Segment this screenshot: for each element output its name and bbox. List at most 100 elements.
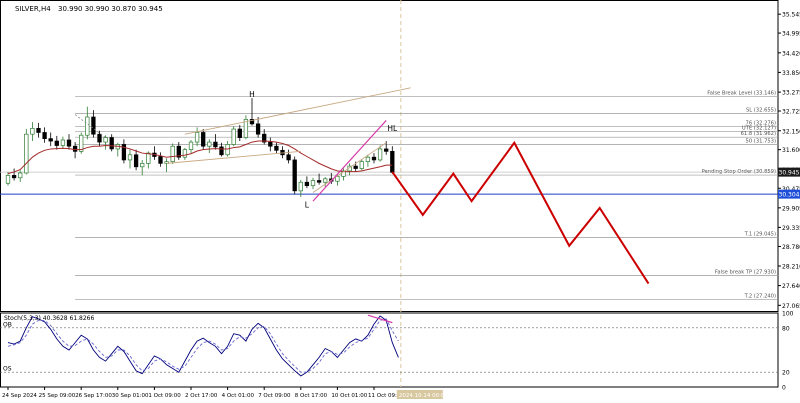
candle-body bbox=[48, 138, 53, 142]
candle-body bbox=[36, 127, 41, 133]
current-price-label: 30.945 bbox=[779, 170, 800, 177]
candle-body bbox=[24, 133, 29, 174]
candle-body bbox=[103, 137, 108, 143]
time-tick-label: 26 Sep 17:00 bbox=[75, 393, 112, 399]
moving-average-line bbox=[7, 140, 393, 175]
candle-body bbox=[310, 180, 316, 187]
time-tick-label: 8 Oct 17:00 bbox=[295, 393, 328, 399]
time-tick-label: 2 Oct 17:00 bbox=[185, 393, 218, 399]
stoch-level-label: OS bbox=[3, 366, 12, 373]
candle-body bbox=[323, 178, 328, 183]
trendline bbox=[312, 120, 387, 202]
candle-body bbox=[359, 161, 364, 169]
candle-body bbox=[54, 140, 59, 146]
stoch-tick-label: 0 bbox=[782, 385, 786, 392]
candle-body bbox=[91, 116, 96, 135]
candle-body bbox=[72, 145, 78, 152]
level-label: T.2 (27.240) bbox=[744, 293, 776, 299]
levels-layer: False Break Level (33.146)SL (32.655)76 … bbox=[0, 91, 778, 300]
price-tick-label: 32.150 bbox=[782, 128, 800, 135]
candle-body bbox=[11, 175, 17, 179]
candle-body bbox=[194, 132, 200, 143]
candle-body bbox=[304, 181, 310, 187]
candle-body bbox=[255, 123, 261, 135]
candle-body bbox=[316, 180, 322, 183]
price-tick-label: 32.725 bbox=[782, 109, 800, 116]
time-axis: 24 Sep 2024 25 Sep 09:00 26 Sep 17:00 30 Se… bbox=[2, 387, 448, 399]
candle-body bbox=[140, 163, 145, 168]
stochastic-panel: OB OS 100 80 20 0 bbox=[0, 311, 794, 392]
overlay-layer: H HL L bbox=[7, 87, 650, 285]
price-axis: 35.545 34.995 34.420 33.850 33.275 32.725 32.1… bbox=[778, 12, 800, 310]
candle-body bbox=[213, 141, 218, 148]
candle-body bbox=[274, 145, 279, 151]
candle-body bbox=[30, 127, 35, 135]
price-tick-label: 27.065 bbox=[782, 303, 800, 310]
pattern-label: HL bbox=[387, 124, 398, 133]
level-label: 61.8 (31.962) bbox=[741, 131, 776, 137]
level-label: 50 (31.753) bbox=[746, 138, 776, 144]
level-label: False Break Level (33.146) bbox=[707, 91, 776, 97]
candle-body bbox=[188, 141, 194, 150]
time-tick-label: 4 Oct 01:00 bbox=[222, 393, 255, 399]
candle-body bbox=[231, 128, 236, 145]
symbol-header: SILVER,H4 bbox=[15, 5, 51, 13]
candle-body bbox=[390, 151, 395, 173]
time-tick-label: 10 Oct 01:00 bbox=[331, 393, 367, 399]
candle-body bbox=[371, 156, 377, 161]
candle-body bbox=[298, 181, 303, 192]
candle-body bbox=[353, 165, 358, 169]
price-tick-label: 31.600 bbox=[782, 147, 800, 154]
price-tick-label: 29.335 bbox=[782, 225, 800, 232]
support-price-label: 30.304 bbox=[779, 192, 800, 199]
price-tick-label: 29.905 bbox=[782, 205, 800, 212]
candle-body bbox=[97, 133, 102, 143]
ohlc-readout: 30.990 30.990 30.870 30.945 bbox=[58, 5, 163, 13]
time-tick-label: 1 Oct 09:00 bbox=[148, 393, 181, 399]
candle-body bbox=[146, 152, 151, 164]
stoch-tick-label: 20 bbox=[782, 370, 790, 377]
pattern-label: H bbox=[249, 90, 255, 99]
time-tick-label: 24 Sep 2024 bbox=[2, 393, 37, 399]
candle-body bbox=[286, 154, 291, 161]
pattern-label: L bbox=[305, 200, 310, 209]
time-tick-label: 25 Sep 09:00 bbox=[39, 393, 76, 399]
candle-body bbox=[66, 139, 72, 147]
price-tick-label: 33.850 bbox=[782, 70, 800, 77]
price-tick-label: 28.210 bbox=[782, 264, 800, 271]
price-tick-label: 28.780 bbox=[782, 244, 800, 251]
price-tick-label: 34.995 bbox=[782, 31, 800, 38]
candle-body bbox=[237, 128, 242, 138]
projection-path bbox=[391, 140, 650, 285]
level-label: False break TP (27.930) bbox=[715, 270, 776, 276]
main-panel-frame bbox=[0, 0, 779, 312]
level-label: T.1 (29.045) bbox=[744, 231, 776, 237]
chart-stage: False Break Level (33.146)SL (32.655)76 … bbox=[0, 0, 800, 399]
candle-body bbox=[109, 137, 114, 150]
candle-body bbox=[207, 141, 212, 147]
price-tick-label: 33.275 bbox=[782, 90, 800, 97]
candle-body bbox=[170, 145, 175, 162]
time-tick-label: 7 Oct 09:00 bbox=[258, 393, 291, 399]
candle-body bbox=[365, 156, 371, 162]
candle-body bbox=[127, 154, 133, 161]
time-tick-label: 30 Sep 01:00 bbox=[112, 393, 149, 399]
stoch-tick-label: 100 bbox=[782, 311, 794, 318]
stoch-header: Stoch(5,3,3) 40.3628 61.8266 bbox=[4, 315, 95, 322]
candle-body bbox=[182, 149, 188, 158]
candle-body bbox=[85, 116, 90, 136]
candle-body bbox=[158, 156, 163, 164]
price-tick-label: 34.420 bbox=[782, 50, 800, 57]
candle-body bbox=[268, 141, 273, 147]
candle-body bbox=[42, 132, 47, 139]
candles-layer bbox=[5, 98, 395, 198]
stoch-main-line bbox=[7, 315, 399, 377]
candle-body bbox=[133, 154, 139, 168]
candle-body bbox=[225, 144, 230, 156]
stoch-level-label: OB bbox=[3, 321, 12, 328]
trendline bbox=[184, 87, 411, 135]
stoch-signal-line bbox=[7, 318, 399, 373]
price-tick-label: 35.545 bbox=[782, 12, 800, 19]
candle-body bbox=[60, 139, 66, 146]
candle-body bbox=[377, 148, 383, 161]
